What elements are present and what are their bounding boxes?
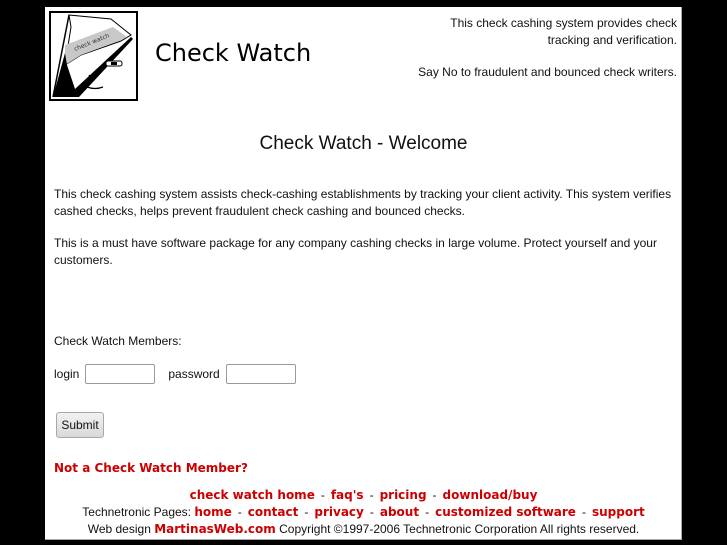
footer-link-home[interactable]: home (194, 505, 231, 519)
footer-link-faqs[interactable]: faq's (331, 488, 364, 502)
footer-link-customized-software[interactable]: customized software (435, 505, 576, 519)
footer-link-about[interactable]: about (380, 505, 419, 519)
footer-link-pricing[interactable]: pricing (380, 488, 427, 502)
copyright-row: Web design MartinasWeb.com Copyright ©19… (45, 521, 682, 538)
page-title: Check Watch - Welcome (259, 133, 468, 154)
separator: - (237, 505, 242, 519)
footer-link-privacy[interactable]: privacy (314, 505, 363, 519)
login-form: login password (54, 363, 296, 385)
password-label: password (168, 367, 220, 381)
tagline-fraud: Say No to fraudulent and bounced check w… (418, 65, 677, 79)
separator: - (304, 505, 309, 519)
tagline: This check cashing system provides check… (417, 15, 677, 96)
login-label: login (54, 367, 80, 381)
logo-icon: check watch (52, 14, 133, 98)
password-input[interactable] (225, 364, 296, 384)
product-links: check watch home - faq's - pricing - download/… (45, 487, 682, 504)
footer-link-support[interactable]: support (592, 505, 645, 519)
footer-link-download-buy[interactable]: download/buy (443, 488, 538, 502)
separator: - (320, 488, 325, 502)
intro-text: This check cashing system assists check-… (54, 186, 674, 284)
submit-button[interactable]: Submit (56, 412, 104, 438)
page-container: check watch Check Watch This check cashi… (45, 7, 682, 540)
copyright-text: Copyright ©1997-2006 Technetronic Corpor… (279, 522, 640, 536)
separator: - (432, 488, 437, 502)
web-design-link[interactable]: MartinasWeb.com (154, 522, 276, 536)
members-label: Check Watch Members: (54, 334, 182, 348)
separator: - (369, 505, 374, 519)
separator: - (425, 505, 430, 519)
separator: - (369, 488, 374, 502)
site-title: Check Watch (155, 39, 312, 67)
intro-paragraph: This check cashing system assists check-… (54, 187, 672, 218)
web-design-label: Web design (87, 522, 151, 536)
not-member-link[interactable]: Not a Check Watch Member? (54, 461, 248, 475)
intro-paragraph: This is a must have software package for… (54, 236, 657, 267)
footer: check watch home - faq's - pricing - download/… (45, 487, 682, 538)
login-input[interactable] (85, 364, 156, 384)
check-watch-logo: check watch (49, 11, 138, 101)
tagline-tracking: This check cashing system provides check… (450, 16, 677, 47)
footer-link-contact[interactable]: contact (248, 505, 299, 519)
technetronic-links: Technetronic Pages: home - contact - privacy… (45, 504, 682, 521)
separator: - (581, 505, 586, 519)
technetronic-label: Technetronic Pages: (82, 505, 191, 519)
footer-link-check-watch-home[interactable]: check watch home (190, 488, 315, 502)
